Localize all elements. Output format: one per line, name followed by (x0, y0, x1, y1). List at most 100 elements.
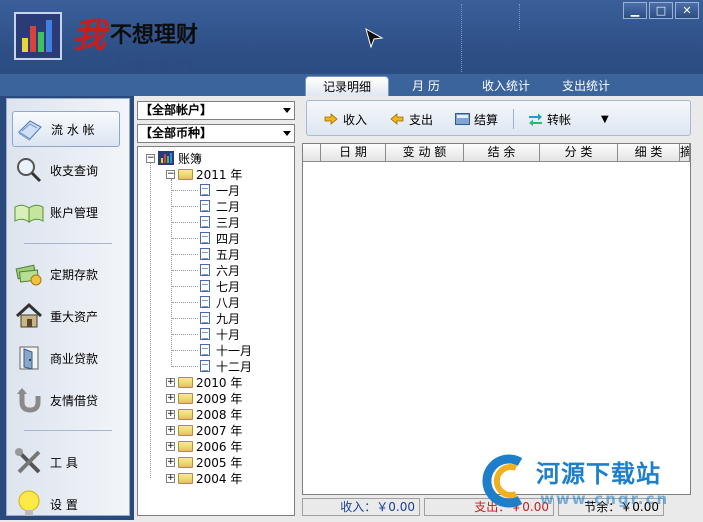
table-column-header[interactable]: 变 动 额 (386, 144, 464, 162)
expand-icon[interactable]: + (166, 473, 175, 483)
table-column-header[interactable]: 结 余 (464, 144, 540, 162)
document-icon (200, 248, 210, 260)
account-filter-select[interactable]: 【全部帐户】 (137, 101, 295, 120)
tree-month-label: 九月 (216, 311, 241, 326)
watermark-logo-icon (482, 454, 523, 508)
tree-month-item[interactable]: 十二月 (200, 358, 252, 374)
watermark: 河源下载站 www.cngr.cn (476, 452, 703, 514)
transfer-arrows-icon (527, 112, 543, 126)
sidebar-divider (24, 430, 112, 431)
settle-button[interactable]: 结算 (454, 110, 498, 128)
chevron-down-icon (283, 131, 291, 136)
expand-icon[interactable]: + (166, 377, 175, 387)
tree-month-item[interactable]: 十月 (200, 326, 240, 342)
sidebar-item-assets[interactable]: 重大资产 (12, 298, 120, 334)
tree-year-item[interactable]: +2005 年 (166, 454, 242, 470)
tree-line (172, 286, 198, 287)
tree-year-item[interactable]: +2004 年 (166, 470, 242, 486)
tree-year-item[interactable]: +2007 年 (166, 422, 242, 438)
currency-filter-select[interactable]: 【全部币种】 (137, 124, 295, 143)
tree-root[interactable]: − 账簿 (146, 150, 202, 166)
tree-month-item[interactable]: 五月 (200, 246, 240, 262)
transfer-button[interactable]: 转帐 (527, 110, 571, 128)
tree-month-item[interactable]: 七月 (200, 278, 240, 294)
income-button-label: 收入 (343, 112, 368, 127)
sidebar-item-label: 流 水 帐 (51, 122, 95, 137)
tree-line (172, 254, 198, 255)
tree-year-item[interactable]: +2009 年 (166, 390, 242, 406)
expand-icon[interactable]: + (166, 441, 175, 451)
money-stack-icon (12, 257, 46, 291)
tree-month-item[interactable]: 一月 (200, 182, 240, 198)
folder-icon (178, 472, 193, 484)
ledger-book-icon (13, 112, 47, 146)
tree-month-item[interactable]: 四月 (200, 230, 240, 246)
table-scrollbar[interactable] (691, 143, 703, 495)
tree-month-label: 五月 (216, 247, 241, 262)
sidebar-item-query[interactable]: 收支查询 (12, 152, 120, 188)
income-button[interactable]: 收入 (323, 110, 367, 128)
sidebar-item-ledger[interactable]: 流 水 帐 (12, 111, 120, 147)
app-title: 我 不想理财 (72, 16, 198, 56)
tree-month-item[interactable]: 十一月 (200, 342, 252, 358)
table-column-header[interactable]: 分 类 (540, 144, 618, 162)
expense-button[interactable]: 支出 (389, 110, 433, 128)
tree-month-item[interactable]: 九月 (200, 310, 240, 326)
sidebar-item-settings[interactable]: 设 置 (12, 486, 120, 522)
expand-icon[interactable]: + (166, 409, 175, 419)
sidebar-item-friend-loans[interactable]: 友情借贷 (12, 382, 120, 418)
minimize-button[interactable]: ▁ (623, 2, 647, 19)
tree-month-item[interactable]: 二月 (200, 198, 240, 214)
sidebar-item-label: 设 置 (50, 497, 78, 512)
tree-month-label: 二月 (216, 199, 241, 214)
tree-month-item[interactable]: 三月 (200, 214, 240, 230)
expand-icon[interactable]: + (166, 457, 175, 467)
door-icon (12, 341, 46, 375)
sidebar-item-tools[interactable]: 工 具 (12, 444, 120, 480)
sidebar-item-accounts[interactable]: 账户管理 (12, 194, 120, 230)
tree-year-item[interactable]: +2008 年 (166, 406, 242, 422)
collapse-icon[interactable]: − (166, 169, 175, 179)
open-book-icon (12, 195, 46, 229)
folder-icon (178, 456, 193, 468)
table-column-header[interactable]: 细 类 (618, 144, 680, 162)
close-button[interactable]: ✕ (675, 2, 699, 19)
sidebar-divider (24, 243, 112, 244)
collapse-icon[interactable]: − (146, 153, 155, 163)
tree-month-item[interactable]: 八月 (200, 294, 240, 310)
tab-income-stats[interactable]: 收入统计 (470, 76, 542, 96)
tab-calendar[interactable]: 月 历 (395, 76, 457, 96)
more-dropdown-button[interactable]: ▼ (601, 110, 609, 128)
tree-line (172, 238, 198, 239)
expand-icon[interactable]: + (166, 425, 175, 435)
sidebar-item-loans[interactable]: 商业贷款 (12, 340, 120, 376)
table-column-header[interactable]: 摘 (680, 144, 690, 162)
app-title-rest: 不想理财 (110, 23, 199, 48)
tree-line (172, 206, 198, 207)
tree-year-2011[interactable]: − 2011 年 (166, 166, 242, 182)
sidebar-item-label: 收支查询 (50, 163, 99, 178)
header-decoration (461, 4, 462, 72)
tree-line (172, 350, 198, 351)
tree-year-label: 2009 年 (196, 391, 243, 406)
expand-icon[interactable]: + (166, 393, 175, 403)
document-icon (200, 344, 210, 356)
folder-icon (178, 392, 193, 404)
tree-year-item[interactable]: +2006 年 (166, 438, 242, 454)
tab-expense-stats[interactable]: 支出统计 (550, 76, 622, 96)
table-column-header[interactable]: 日 期 (321, 144, 386, 162)
app-title-first-char: 我 (72, 16, 106, 56)
watermark-text: 河源下载站 (536, 460, 661, 488)
tree-line (172, 334, 198, 335)
tree-month-item[interactable]: 六月 (200, 262, 240, 278)
tree-line (172, 366, 198, 367)
sidebar-item-deposits[interactable]: 定期存款 (12, 256, 120, 292)
chevron-down-icon (283, 108, 291, 113)
window-controls: ▁ □ ✕ (623, 2, 699, 19)
maximize-button[interactable]: □ (649, 2, 673, 19)
tree-year-item[interactable]: +2010 年 (166, 374, 242, 390)
mouse-cursor-icon (365, 27, 384, 49)
tab-records[interactable]: 记录明细 (305, 76, 389, 96)
sidebar-item-label: 重大资产 (50, 309, 99, 324)
tree-line (172, 270, 198, 271)
